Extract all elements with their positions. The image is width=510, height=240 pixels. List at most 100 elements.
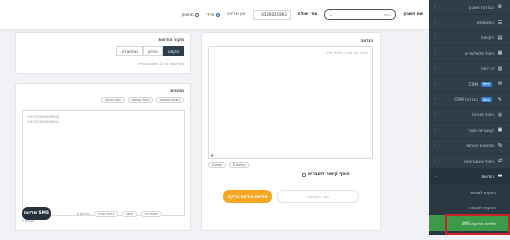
box-icon: ▦ <box>497 50 503 57</box>
account-label: שם חשבון <box>403 12 423 17</box>
sender-number-input[interactable]: 0526021963 <box>252 9 291 20</box>
sidebar-item[interactable]: ▤ לקוחות ‹ <box>429 31 510 47</box>
sender-help-text: ניתן לבחור עד 11 תווים באנגלית <box>138 62 184 66</box>
message-textarea[interactable]: כתוב כאן את ה-SMS שלך... ◢ <box>208 46 373 159</box>
new-badge: New <box>481 97 492 103</box>
report-icon: ▥ <box>497 65 503 72</box>
contacts-icon: ▤ <box>497 34 503 41</box>
sidebar-item[interactable]: ☰ המשתמש ‹ <box>429 15 510 31</box>
tab-import-file[interactable]: ייבוא מקובץ <box>100 97 125 103</box>
sidebar-item[interactable]: ▦ ניהול מלאי/פריט ‹ <box>429 46 510 62</box>
message-card: הודעה כתוב כאן את ה-SMS שלך... ◢ 0 תווים… <box>201 32 381 231</box>
send-sms-button[interactable]: שליחת SMS <box>22 207 51 220</box>
sender-option-phone[interactable]: טלפון <box>142 46 163 56</box>
sidebar-item-label: דו״חות <box>481 66 494 72</box>
tab-manage-groups[interactable]: ניהול קבוצות <box>127 97 154 103</box>
sidebar-item-label: קטגוריות מוצר <box>468 127 494 133</box>
sidebar-subitem[interactable]: הודעות למנויים <box>429 184 510 201</box>
add-link-label: הוסף קישור לתוצרים <box>308 172 350 177</box>
sms-count-text: 0 הודעות <box>77 212 90 216</box>
sidebar-item-label: CRM <box>468 81 479 87</box>
schedule-label: זמן שליחה <box>226 12 246 17</box>
message-title: הודעה <box>360 38 373 43</box>
chevron-left-icon: ‹ <box>434 35 436 41</box>
send-test-button[interactable]: שליחת הודעת בדיקה <box>223 190 272 203</box>
sidebar-item-label: הגדרות CRM <box>454 97 479 103</box>
tab-recipients-list[interactable]: רשימת נמענים <box>156 97 184 103</box>
account-select[interactable]: ...דו ⌄ <box>324 9 397 20</box>
sidebar-item[interactable]: ▣ קטגוריות מוצר ‹ <box>429 123 510 139</box>
message-placeholder: כתוב כאן את ה-SMS שלך... <box>322 50 368 55</box>
sidebar-item[interactable]: ✉ New CRM ‹ <box>429 77 510 93</box>
sidebar-item[interactable]: ％ מבצעים והנחות ‹ <box>429 139 510 154</box>
chevron-left-icon: ‹ <box>434 66 436 72</box>
chevron-left-icon: ‹ <box>434 81 436 87</box>
sidebar-item-label: הגדרות חשבון <box>469 4 494 10</box>
sidebar-item[interactable]: ▥ דו״חות ‹ <box>429 62 510 77</box>
sidebar-item[interactable]: ✎ New הגדרות CRM ‹ <box>429 92 510 108</box>
sidebar-item[interactable]: ⚙ הגדרות חשבון ‹ <box>429 0 510 16</box>
sidebar-item-label: מבצעים והנחות <box>466 143 494 149</box>
chevron-left-icon: ‹ <box>434 97 436 103</box>
sidebar-subitem[interactable]: דו״ח יומן הודעות SMS <box>429 230 510 235</box>
radio-dot <box>195 12 200 17</box>
account-select-value: ...דו <box>384 12 392 17</box>
chat-icon: ▬ <box>497 173 503 180</box>
chevron-left-icon: ‹ <box>434 50 436 56</box>
sender-title: מקור הודעות <box>158 37 184 42</box>
option-cancel-removal[interactable]: ביטול הסרה <box>93 211 119 217</box>
sidebar-subitem[interactable]: הודעות לקבוצה <box>429 200 510 216</box>
top-bar: שם חשבון ...דו ⌄ מס׳ שולח 0526021963 זמן… <box>0 0 429 30</box>
sms-counter: 0 הודעות <box>228 162 250 168</box>
radio-scheduled-label: מתוזמן <box>181 12 194 17</box>
sidebar-item-label: ניהול אינטגרציות <box>464 158 494 164</box>
sidebar-item[interactable]: ⇄ ניהול אינטגרציות ‹ <box>429 154 510 170</box>
discount-icon: ％ <box>497 143 503 150</box>
sender-number-label: מס׳ שולח <box>297 12 318 17</box>
radio-scheduled[interactable]: מתוזמן <box>182 12 200 17</box>
sidebar-item-messages[interactable]: ▬ הודעות ⌄ <box>429 169 510 185</box>
recipients-title: נמענים <box>170 88 184 93</box>
sidebar-item-label: המשתמש <box>476 20 494 26</box>
resize-handle-icon[interactable]: ◢ <box>210 152 213 157</box>
integration-icon: ⇄ <box>497 158 503 165</box>
chevron-down-icon: ⌄ <box>434 173 438 179</box>
chevron-left-icon: ‹ <box>434 112 436 118</box>
user-icon: ☰ <box>497 19 503 26</box>
chars-counter: 0 תווים <box>208 162 226 168</box>
option-schedule[interactable]: תזמון <box>122 211 138 217</box>
radio-now-label: מיידי <box>206 12 215 17</box>
sidebar: ⚙ הגדרות חשבון ‹ ☰ המשתמש ‹ ▤ לקוחות ‹ ▦ ניהול מלא… <box>429 0 510 235</box>
send-options: 0 הודעות ביטול הסרה תזמון אפשרויות <box>77 211 162 217</box>
target-icon: ◎ <box>497 111 503 118</box>
radio-now[interactable]: מיידי <box>206 12 220 17</box>
sidebar-item-label: ניהול מלאי/פריט <box>464 50 494 56</box>
gear-icon: ⚙ <box>497 4 503 11</box>
new-badge: New <box>481 81 492 87</box>
recipients-tabs: רשימת נמענים ניהול קבוצות ייבוא מקובץ <box>100 97 184 103</box>
sidebar-item-label: לקוחות <box>480 35 494 41</box>
add-link-checkbox[interactable]: הוסף קישור לתוצרים <box>302 172 350 177</box>
sender-type-segment: טקסט טלפון שם/שולח <box>116 46 184 56</box>
chevron-left-icon: ‹ <box>434 4 436 10</box>
sidebar-subitem[interactable]: שליחת הודעות SMS <box>429 215 510 231</box>
sidebar-item[interactable]: ◎ ניהול מטרות ‹ <box>429 108 510 124</box>
recipients-textarea[interactable]: +972500000000 +972500000001 <box>22 110 185 216</box>
category-icon: ▣ <box>497 127 503 134</box>
sender-number-value: 0526021963 <box>261 12 287 17</box>
sidebar-item-label: הודעות <box>481 173 494 179</box>
recipient-number: +972500000001 <box>27 119 60 124</box>
chevron-left-icon: ‹ <box>434 143 436 149</box>
radio-dot-selected <box>215 12 220 17</box>
test-phone-input[interactable]: מס׳ הבדיקה <box>277 190 359 203</box>
sender-option-text[interactable]: טקסט <box>162 46 184 56</box>
test-phone-placeholder: מס׳ הבדיקה <box>307 194 329 199</box>
message-counters: 0 תווים 0 הודעות <box>208 162 250 168</box>
crm-icon: ✉ <box>497 81 503 88</box>
chevron-down-icon: ⌄ <box>329 12 333 17</box>
option-settings[interactable]: אפשרויות <box>141 211 162 217</box>
sender-option-name[interactable]: שם/שולח <box>116 46 143 56</box>
chevron-left-icon: ‹ <box>434 127 436 133</box>
checkbox-icon[interactable] <box>302 172 306 177</box>
chevron-left-icon: ‹ <box>434 158 436 164</box>
